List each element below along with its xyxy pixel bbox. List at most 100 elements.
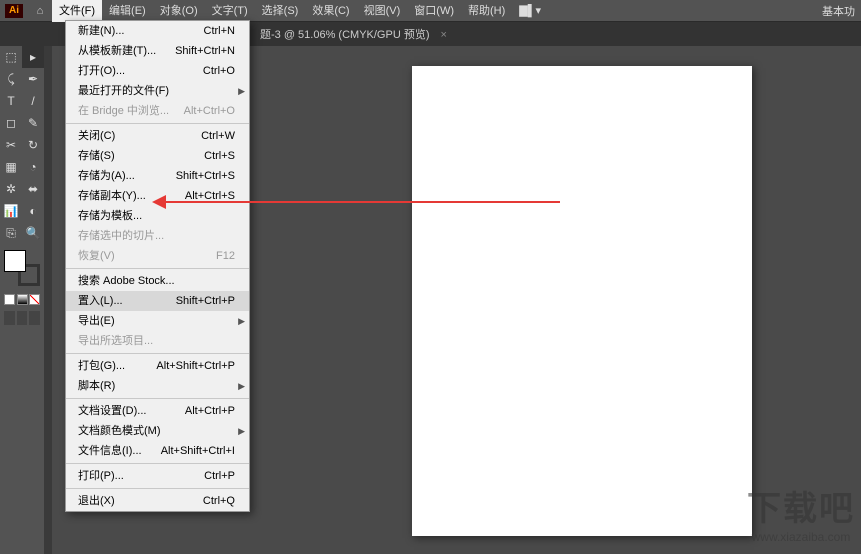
menu-文字(T)[interactable]: 文字(T) [205, 0, 255, 22]
menu-效果(C)[interactable]: 效果(C) [305, 0, 356, 22]
close-tab-icon[interactable]: × [441, 29, 447, 41]
menu-item-导出(E)[interactable]: 导出(E)▶ [66, 311, 249, 331]
menu-item-存储为模板...[interactable]: 存储为模板... [66, 206, 249, 226]
tool-7[interactable]: ✎ [22, 112, 44, 134]
menu-item-新建(N)...[interactable]: 新建(N)...Ctrl+N [66, 21, 249, 41]
fill-swatch[interactable] [4, 250, 26, 272]
menu-item-label: 文档设置(D)... [78, 403, 146, 419]
tool-0[interactable]: ⬚ [0, 46, 22, 68]
menu-item-关闭(C)[interactable]: 关闭(C)Ctrl+W [66, 126, 249, 146]
menu-item-label: 打印(P)... [78, 468, 124, 484]
menu-separator [66, 123, 249, 124]
tool-grid: ⬚▸⤹✒T/◻✎✂↻▦◔✲⬌📊◐⎘🔍 [0, 46, 44, 244]
tab-title: 题-3 @ 51.06% (CMYK/GPU 预览) [260, 29, 429, 41]
tool-17[interactable]: 🔍 [22, 222, 44, 244]
tool-15[interactable]: ◐ [22, 200, 44, 222]
menu-item-shortcut: Alt+Ctrl+P [185, 403, 235, 419]
color-swatches[interactable] [4, 250, 40, 286]
menu-选择(S)[interactable]: 选择(S) [255, 0, 306, 22]
menu-item-shortcut: Alt+Shift+Ctrl+I [161, 443, 235, 459]
menu-bar: 文件(F)编辑(E)对象(O)文字(T)选择(S)效果(C)视图(V)窗口(W)… [52, 0, 548, 22]
artboard[interactable] [412, 66, 752, 536]
draw-mode-icon[interactable] [4, 311, 15, 325]
tool-3[interactable]: ✒ [22, 68, 44, 90]
gradient-icon[interactable] [17, 294, 28, 305]
menu-item-shortcut: Ctrl+W [201, 128, 235, 144]
tool-2[interactable]: ⤹ [0, 68, 22, 90]
menu-item-shortcut: Shift+Ctrl+N [175, 43, 235, 59]
menu-item-存储选中的切片...: 存储选中的切片... [66, 226, 249, 246]
document-tab[interactable]: 题-3 @ 51.06% (CMYK/GPU 预览) × [250, 26, 457, 42]
tool-1[interactable]: ▸ [22, 46, 44, 68]
draw-mode-icon[interactable] [17, 311, 28, 325]
menu-item-搜索 Adobe Stock...[interactable]: 搜索 Adobe Stock... [66, 271, 249, 291]
menu-item-文档设置(D)...[interactable]: 文档设置(D)... Alt+Ctrl+P [66, 401, 249, 421]
menu-item-label: 在 Bridge 中浏览... [78, 103, 169, 119]
menu-item-label: 存储副本(Y)... [78, 188, 146, 204]
screen-mode-row [4, 311, 40, 325]
menu-item-最近打开的文件(F)[interactable]: 最近打开的文件(F)▶ [66, 81, 249, 101]
menu-separator [66, 463, 249, 464]
menu-separator [66, 268, 249, 269]
menu-item-脚本(R)[interactable]: 脚本(R)▶ [66, 376, 249, 396]
menu-帮助(H)[interactable]: 帮助(H) [461, 0, 512, 22]
submenu-arrow-icon: ▶ [238, 378, 245, 394]
menu-item-shortcut: Shift+Ctrl+S [176, 168, 235, 184]
menu-item-打包(G)...[interactable]: 打包(G)...Alt+Shift+Ctrl+P [66, 356, 249, 376]
annotation-arrow-head [152, 195, 166, 209]
menu-item-shortcut: Ctrl+S [204, 148, 235, 164]
panel-collapse-handle[interactable] [44, 46, 52, 554]
menu-item-存储为(A)...[interactable]: 存储为(A)... Shift+Ctrl+S [66, 166, 249, 186]
menu-视图(V)[interactable]: 视图(V) [357, 0, 408, 22]
color-mode-row [0, 294, 44, 305]
menu-item-label: 恢复(V) [78, 248, 115, 264]
workspace-label[interactable]: 基本功 [822, 3, 861, 19]
tool-11[interactable]: ◔ [22, 156, 44, 178]
tool-13[interactable]: ⬌ [22, 178, 44, 200]
menu-▇▌▾[interactable]: ▇▌▾ [512, 0, 548, 22]
menu-item-存储(S)[interactable]: 存储(S)Ctrl+S [66, 146, 249, 166]
tool-5[interactable]: / [22, 90, 44, 112]
tool-9[interactable]: ↻ [22, 134, 44, 156]
menu-item-恢复(V): 恢复(V) F12 [66, 246, 249, 266]
menu-item-退出(X)[interactable]: 退出(X)Ctrl+Q [66, 491, 249, 511]
submenu-arrow-icon: ▶ [238, 313, 245, 329]
menu-item-置入(L)...[interactable]: 置入(L)...Shift+Ctrl+P [66, 291, 249, 311]
menu-separator [66, 353, 249, 354]
menu-item-label: 搜索 Adobe Stock... [78, 273, 175, 289]
solid-color-icon[interactable] [4, 294, 15, 305]
menu-item-文件信息(I)...[interactable]: 文件信息(I)...Alt+Shift+Ctrl+I [66, 441, 249, 461]
tool-4[interactable]: T [0, 90, 22, 112]
menu-item-label: 打开(O)... [78, 63, 125, 79]
menu-item-从模板新建(T)...[interactable]: 从模板新建(T)...Shift+Ctrl+N [66, 41, 249, 61]
app-logo: Ai [0, 0, 28, 22]
menu-对象(O)[interactable]: 对象(O) [153, 0, 205, 22]
menu-item-label: 存储为(A)... [78, 168, 135, 184]
menu-item-label: 导出所选项目... [78, 333, 153, 349]
menu-separator [66, 398, 249, 399]
menu-item-shortcut: Alt+Ctrl+O [184, 103, 235, 119]
menu-item-打开(O)...[interactable]: 打开(O)... Ctrl+O [66, 61, 249, 81]
menu-item-label: 新建(N)... [78, 23, 124, 39]
none-color-icon[interactable] [29, 294, 40, 305]
tool-6[interactable]: ◻ [0, 112, 22, 134]
menu-文件(F)[interactable]: 文件(F) [52, 0, 102, 22]
menu-item-shortcut: Ctrl+O [203, 63, 235, 79]
annotation-arrow-line [160, 201, 560, 203]
tool-10[interactable]: ▦ [0, 156, 22, 178]
menu-窗口(W)[interactable]: 窗口(W) [407, 0, 461, 22]
title-bar: Ai ⌂ 文件(F)编辑(E)对象(O)文字(T)选择(S)效果(C)视图(V)… [0, 0, 861, 22]
menu-编辑(E)[interactable]: 编辑(E) [102, 0, 153, 22]
menu-item-文档颜色模式(M)[interactable]: 文档颜色模式(M)▶ [66, 421, 249, 441]
menu-item-shortcut: Ctrl+Q [203, 493, 235, 509]
menu-item-shortcut: Ctrl+P [204, 468, 235, 484]
draw-mode-icon[interactable] [29, 311, 40, 325]
tool-16[interactable]: ⎘ [0, 222, 22, 244]
menu-item-label: 存储选中的切片... [78, 228, 164, 244]
tool-8[interactable]: ✂ [0, 134, 22, 156]
menu-item-shortcut: F12 [216, 248, 235, 264]
tool-12[interactable]: ✲ [0, 178, 22, 200]
tool-14[interactable]: 📊 [0, 200, 22, 222]
home-icon[interactable]: ⌂ [28, 5, 52, 17]
menu-item-打印(P)...[interactable]: 打印(P)... Ctrl+P [66, 466, 249, 486]
